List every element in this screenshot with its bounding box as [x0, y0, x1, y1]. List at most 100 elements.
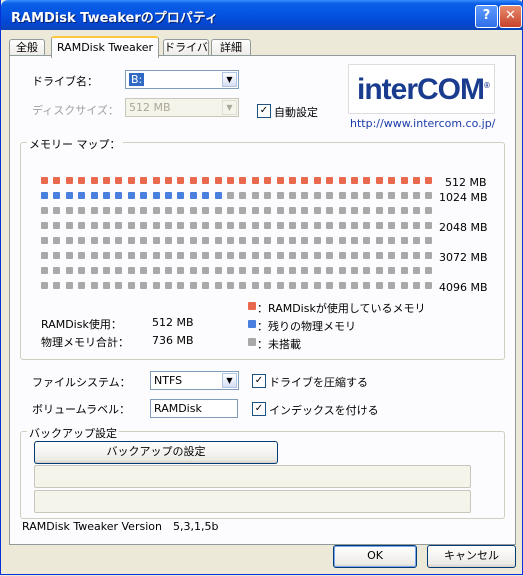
memory-cell-unmounted — [375, 282, 383, 289]
memory-cell-unmounted — [239, 237, 247, 244]
memory-cell-remaining — [53, 192, 61, 199]
memory-cell-unmounted — [413, 282, 420, 289]
memory-cell-unmounted — [214, 207, 222, 214]
memory-cell-unmounted — [251, 207, 259, 214]
row-label-4096: 4096 MB — [439, 281, 488, 294]
memory-cell-unmounted — [388, 267, 396, 274]
tab-general[interactable]: 全般 — [9, 39, 45, 56]
memory-cell-unmounted — [165, 282, 172, 289]
memory-cell-unmounted — [326, 252, 334, 259]
memory-cell-unmounted — [140, 207, 148, 214]
memory-cell-unmounted — [227, 192, 234, 199]
memory-cell-unmounted — [115, 282, 123, 289]
memory-cell-unmounted — [264, 252, 272, 259]
memory-cell-unmounted — [363, 222, 371, 229]
memory-cell-used — [251, 177, 259, 184]
memory-cell-used — [202, 177, 210, 184]
memory-cell-unmounted — [413, 222, 420, 229]
memory-cell-unmounted — [103, 252, 110, 259]
ramdisk-used-label: RAMDisk使用： — [41, 318, 122, 331]
memory-cell-unmounted — [400, 192, 408, 199]
memory-cell-unmounted — [388, 252, 396, 259]
memory-cell-unmounted — [289, 192, 296, 199]
memory-cell-unmounted — [65, 207, 73, 214]
memory-cell-unmounted — [115, 252, 123, 259]
disk-size-select[interactable]: 512 MB ▼ — [125, 98, 239, 117]
memory-cell-unmounted — [140, 222, 148, 229]
memory-cell-unmounted — [65, 237, 73, 244]
memory-cell-unmounted — [227, 252, 234, 259]
memory-cell-unmounted — [214, 222, 222, 229]
memory-cell-unmounted — [375, 237, 383, 244]
memory-cell-unmounted — [202, 222, 210, 229]
chevron-down-icon[interactable]: ▼ — [222, 72, 237, 87]
memory-cell-unmounted — [90, 207, 98, 214]
memory-cell-remaining — [140, 192, 148, 199]
memory-cell-unmounted — [400, 237, 408, 244]
cancel-button[interactable]: キャンセル — [427, 545, 516, 568]
memory-map-group: メモリー マップ： 512 MB 1024 MB 2048 MB 3072 MB… — [20, 136, 505, 360]
memory-cell-unmounted — [90, 237, 98, 244]
chevron-down-icon[interactable]: ▼ — [222, 373, 237, 388]
memory-cell-unmounted — [214, 267, 222, 274]
window-title: RAMDisk Tweakerのプロパティ — [11, 11, 218, 26]
memory-cell-unmounted — [425, 222, 433, 229]
help-icon[interactable]: ? — [475, 5, 498, 28]
memory-cell-unmounted — [41, 267, 48, 274]
memory-cell-unmounted — [202, 267, 210, 274]
title-bar[interactable]: RAMDisk Tweakerのプロパティ ? ✕ — [1, 0, 523, 30]
memory-cell-unmounted — [276, 237, 284, 244]
close-icon[interactable]: ✕ — [499, 5, 522, 28]
ok-button[interactable]: OK — [333, 545, 417, 568]
volume-label-input[interactable]: RAMDisk — [150, 399, 238, 418]
memory-cell-unmounted — [413, 207, 420, 214]
compress-checkbox[interactable]: ✓ — [252, 374, 266, 388]
memory-cell-unmounted — [90, 252, 98, 259]
memory-cell-unmounted — [338, 282, 346, 289]
registered-mark: ® — [484, 81, 490, 90]
volume-label-label: ボリュームラベル： — [32, 403, 131, 416]
filesystem-select[interactable]: NTFS ▼ — [150, 371, 239, 390]
memory-cell-used — [41, 177, 48, 184]
drive-select[interactable]: B: ▼ — [125, 70, 239, 89]
memory-map-title: メモリー マップ： — [27, 136, 123, 152]
memory-cell-unmounted — [388, 192, 396, 199]
memory-cell-unmounted — [400, 222, 408, 229]
index-checkbox[interactable]: ✓ — [252, 402, 266, 416]
memory-cell-unmounted — [127, 207, 135, 214]
legend-unmounted-swatch — [248, 338, 256, 346]
intercom-url-link[interactable]: http://www.intercom.co.jp/ — [350, 117, 495, 130]
backup-settings-button[interactable]: バックアップの設定 — [34, 441, 278, 464]
memory-cell-unmounted — [251, 237, 259, 244]
filesystem-value: NTFS — [154, 374, 183, 387]
memory-cell-used — [375, 177, 383, 184]
memory-cell-unmounted — [276, 282, 284, 289]
memory-cell-unmounted — [363, 207, 371, 214]
memory-cell-unmounted — [152, 252, 160, 259]
memory-cell-unmounted — [413, 252, 420, 259]
memory-cell-used — [351, 177, 358, 184]
memory-cell-unmounted — [90, 222, 98, 229]
memory-cell-unmounted — [301, 282, 309, 289]
memory-cell-unmounted — [338, 222, 346, 229]
memory-cell-used — [53, 177, 61, 184]
intercom-logo: interCOM® — [348, 64, 495, 114]
tab-details[interactable]: 詳細 — [211, 39, 251, 56]
memory-cell-unmounted — [338, 267, 346, 274]
memory-cell-unmounted — [388, 207, 396, 214]
memory-cell-unmounted — [425, 267, 433, 274]
chevron-down-icon[interactable]: ▼ — [222, 100, 237, 115]
memory-cell-unmounted — [239, 222, 247, 229]
memory-cell-used — [338, 177, 346, 184]
memory-cell-unmounted — [313, 252, 321, 259]
memory-cell-unmounted — [264, 237, 272, 244]
memory-cell-unmounted — [127, 282, 135, 289]
tab-ramdisk-tweaker[interactable]: RAMDisk Tweaker — [51, 36, 159, 58]
memory-cell-unmounted — [338, 207, 346, 214]
memory-cell-remaining — [177, 192, 185, 199]
memory-cell-unmounted — [189, 282, 197, 289]
memory-cell-used — [363, 177, 371, 184]
auto-setting-checkbox[interactable]: ✓ — [257, 104, 271, 118]
memory-cell-unmounted — [301, 267, 309, 274]
tab-driver[interactable]: ドライバ — [163, 39, 209, 56]
